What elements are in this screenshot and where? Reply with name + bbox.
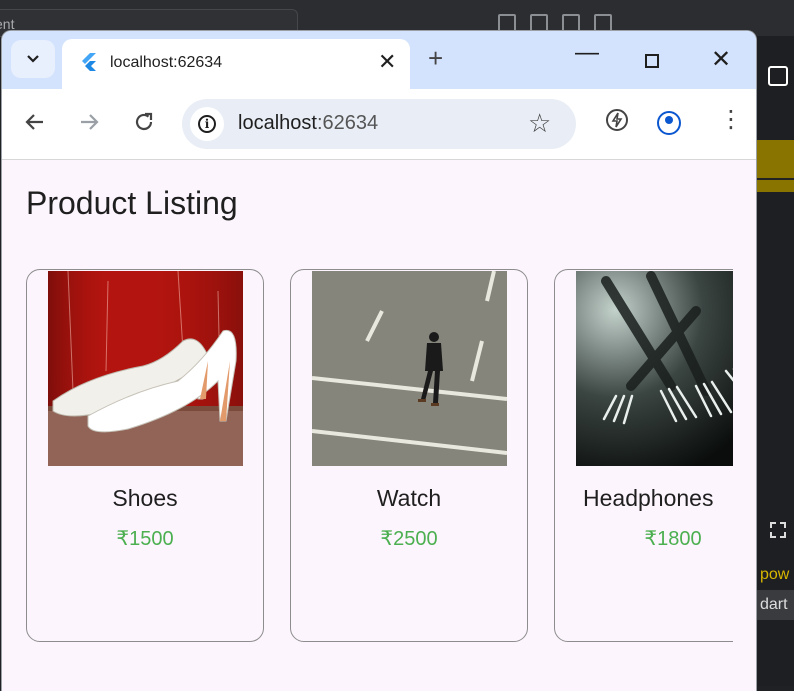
product-image-headphones — [576, 271, 733, 466]
url-host: localhost — [238, 112, 317, 134]
side-text-pow: pow — [760, 566, 790, 583]
side-text-dart: dart — [756, 590, 794, 620]
product-image-shoes — [48, 271, 243, 466]
performance-icon[interactable] — [604, 107, 630, 133]
highlight-block — [756, 140, 794, 192]
active-tab[interactable]: localhost:62634 ✕ — [62, 39, 410, 89]
back-icon[interactable] — [23, 110, 47, 134]
url-text[interactable]: localhost:62634 — [238, 112, 378, 135]
layout-icon-3[interactable] — [562, 14, 580, 32]
product-price: ₹2500 — [380, 528, 438, 550]
address-bar[interactable]: i localhost:62634 ☆ — [182, 99, 576, 149]
browser-toolbar: i localhost:62634 ☆ ⋮ — [2, 89, 756, 160]
forward-icon[interactable] — [77, 110, 101, 134]
flutter-icon — [82, 53, 96, 71]
product-name: Watch — [376, 485, 442, 511]
new-tab-plus-icon[interactable]: + — [428, 43, 443, 74]
minimize-icon[interactable]: — — [575, 39, 599, 67]
product-image-watch — [312, 271, 507, 466]
product-price: ₹1800 — [644, 528, 702, 550]
browser-window: localhost:62634 ✕ + — ✕ i localhost:6263… — [2, 31, 756, 691]
url-port: :62634 — [316, 112, 379, 134]
background-side-panel: pow dart — [756, 36, 794, 686]
tab-title: localhost:62634 — [110, 54, 223, 71]
product-list[interactable]: Shoes ₹1500 Watch ₹2500 Headphones ₹1800 — [26, 269, 733, 649]
chevron-down-icon — [27, 55, 39, 63]
product-card-watch[interactable]: Watch ₹2500 — [290, 269, 528, 642]
page-title: Product Listing — [26, 185, 238, 221]
reload-icon[interactable] — [132, 110, 156, 134]
expand-icon[interactable] — [770, 522, 786, 538]
product-price: ₹1500 — [116, 528, 174, 550]
profile-icon[interactable] — [657, 111, 681, 135]
site-info-button[interactable]: i — [190, 107, 224, 141]
maximize-icon[interactable] — [645, 54, 659, 68]
layout-icon-2[interactable] — [530, 14, 548, 32]
layout-icon-4[interactable] — [594, 14, 612, 32]
tab-strip: localhost:62634 ✕ + — ✕ — [2, 31, 756, 89]
bookmark-star-icon[interactable]: ☆ — [528, 108, 551, 139]
product-card-shoes[interactable]: Shoes ₹1500 — [26, 269, 264, 642]
settings-icon[interactable] — [768, 66, 788, 86]
layout-icon-1[interactable] — [498, 14, 516, 32]
tab-close-icon[interactable]: ✕ — [378, 49, 396, 75]
product-name: Headphones — [583, 485, 714, 511]
page-content: Product Listing Shoes ₹1500 Watch ₹2500 … — [2, 160, 756, 690]
product-card-headphones[interactable]: Headphones ₹1800 — [554, 269, 733, 642]
kebab-menu-icon[interactable]: ⋮ — [719, 105, 743, 134]
window-close-icon[interactable]: ✕ — [711, 45, 731, 74]
product-name: Shoes — [112, 485, 178, 511]
layout-icons — [498, 14, 612, 32]
divider — [756, 178, 794, 180]
tab-search-button[interactable] — [11, 40, 55, 78]
info-icon: i — [198, 115, 216, 133]
